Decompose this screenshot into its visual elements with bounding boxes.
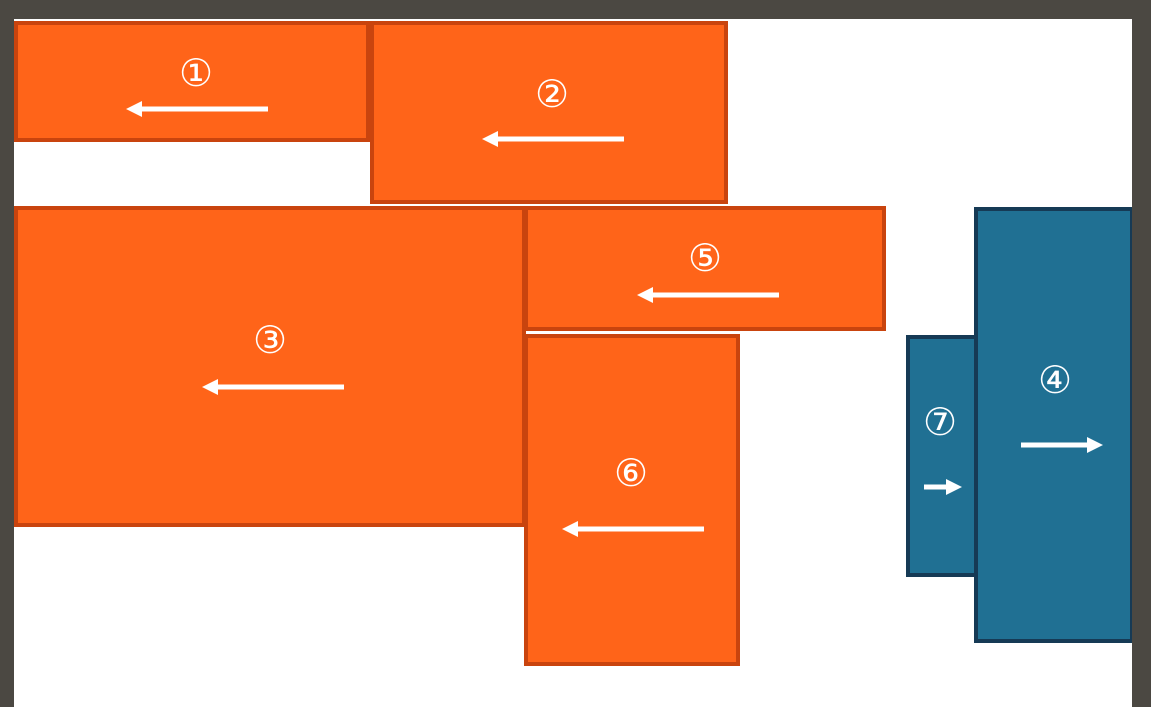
block-3: ③	[14, 206, 526, 527]
block-7-label: ⑦	[922, 400, 958, 444]
left-arrow-icon	[482, 131, 624, 147]
left-arrow-icon	[126, 101, 268, 117]
left-arrow-icon	[562, 521, 704, 537]
block-7: ⑦	[906, 335, 978, 577]
block-6: ⑥	[524, 334, 740, 666]
right-arrow-icon	[924, 479, 962, 495]
left-arrow-icon	[637, 287, 779, 303]
block-2-label: ②	[534, 72, 570, 116]
diagram-canvas: ① ② ③ ⑤ ⑥ ⑦ ④	[14, 19, 1132, 707]
block-5: ⑤	[524, 206, 886, 331]
block-5-label: ⑤	[687, 236, 723, 280]
block-4: ④	[974, 207, 1132, 643]
left-arrow-icon	[202, 379, 344, 395]
block-1-label: ①	[178, 51, 214, 95]
block-2: ②	[370, 21, 728, 204]
right-arrow-icon	[1021, 437, 1103, 453]
block-4-label: ④	[1037, 358, 1073, 402]
block-3-label: ③	[252, 318, 288, 362]
block-6-label: ⑥	[613, 451, 649, 495]
block-1: ①	[14, 21, 370, 142]
